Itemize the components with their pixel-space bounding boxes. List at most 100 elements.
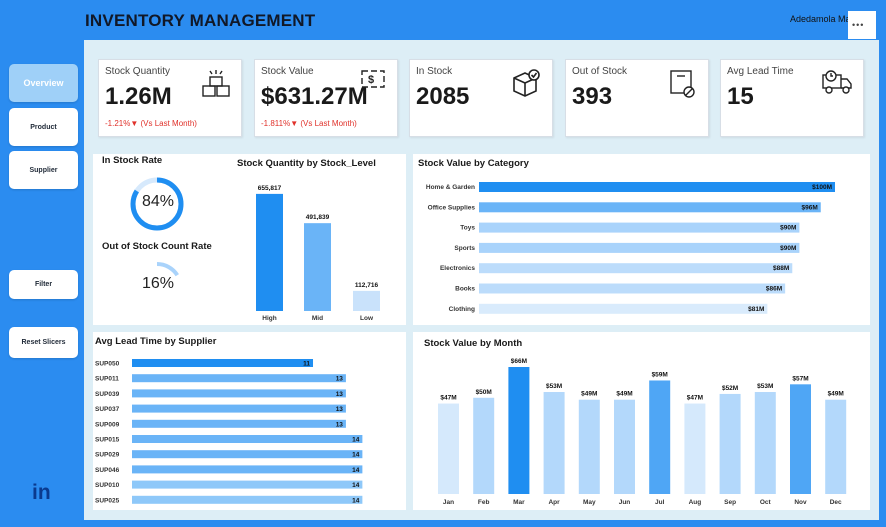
- supplier-label: SUP025: [95, 497, 120, 504]
- kpi-label: In Stock: [416, 66, 453, 77]
- supplier-label: SUP050: [95, 361, 120, 368]
- supplier-chart: SUP050 11 SUP011 13 SUP039 13 SUP037 13 SUP009 13…: [95, 359, 363, 504]
- supplier-label: SUP039: [95, 391, 120, 398]
- page-title: INVENTORY MANAGEMENT: [85, 11, 316, 30]
- money-icon: $: [361, 70, 385, 88]
- nav-supplier-button[interactable]: Supplier: [9, 151, 78, 189]
- tick-label: Jan: [443, 499, 454, 506]
- tick-label: Aug: [689, 499, 702, 506]
- data-label: 13: [336, 376, 344, 383]
- bar: [132, 359, 314, 367]
- data-label: 14: [352, 467, 360, 474]
- bar-mar: [508, 367, 530, 494]
- kpi-out-of-stock: Out of Stock 393: [565, 59, 709, 137]
- category-chart: Home & Garden $100M Office Supplies $96M Toy…: [426, 182, 835, 314]
- tick-label: Mid: [312, 315, 323, 322]
- bar: [132, 435, 363, 443]
- supplier-label: SUP011: [95, 376, 119, 383]
- chart-title-supplier: Avg Lead Time by Supplier: [95, 336, 217, 347]
- data-label: 13: [336, 391, 344, 398]
- truck-icon: [822, 70, 852, 94]
- kpi-value: 393: [572, 83, 613, 110]
- data-label: $96M: [801, 204, 817, 211]
- linkedin-icon[interactable]: in: [32, 481, 51, 505]
- stock-level-chart: 655,817 High 491,839 Mid 112,716 Low: [256, 185, 380, 322]
- bar-mid: [304, 223, 331, 311]
- data-label: $100M: [812, 184, 832, 191]
- filter-button[interactable]: Filter: [9, 270, 78, 299]
- bar: [479, 263, 793, 274]
- bar: [479, 283, 786, 294]
- chart-title-category: Stock Value by Category: [418, 158, 529, 169]
- data-label: 14: [352, 482, 360, 489]
- bar-feb: [473, 397, 495, 494]
- kpi-value: 2085: [416, 83, 470, 110]
- bar: [132, 374, 346, 383]
- tick-label: High: [262, 315, 276, 322]
- bar: [132, 389, 346, 398]
- category-label: Clothing: [449, 306, 475, 313]
- bar: [132, 419, 346, 428]
- kpi-label: Stock Value: [261, 66, 314, 77]
- category-label: Office Supplies: [428, 204, 476, 211]
- bar-low: [353, 290, 380, 311]
- bar-jun: [614, 399, 635, 494]
- kpi-in-stock: In Stock 2085: [409, 59, 553, 137]
- bar-nov: [790, 384, 811, 494]
- kpi-delta: -1.21%▼ (Vs Last Month): [105, 119, 197, 128]
- month-chart: $47M Jan $50M Feb $66M Mar $53M Apr $49M May $49M J…: [438, 358, 847, 506]
- tick-label: Jul: [655, 499, 665, 506]
- data-label: $81M: [748, 306, 764, 313]
- boxes-icon: [202, 70, 230, 97]
- more-options-icon[interactable]: •••: [852, 20, 864, 30]
- bar: [132, 495, 363, 504]
- bar-may: [578, 399, 600, 494]
- data-label: 655,817: [258, 185, 282, 192]
- supplier-label: SUP009: [95, 421, 120, 428]
- kpi-label: Out of Stock: [572, 66, 628, 77]
- tick-label: Low: [360, 315, 374, 322]
- tick-label: Feb: [478, 499, 490, 506]
- data-label: $49M: [581, 391, 597, 398]
- supplier-label: SUP037: [95, 406, 120, 413]
- svg-text:$: $: [368, 74, 374, 86]
- nav-product-button[interactable]: Product: [9, 108, 78, 146]
- bar: [479, 222, 800, 233]
- category-label: Sports: [454, 245, 475, 252]
- kpi-value: 15: [727, 83, 754, 110]
- data-label: $59M: [652, 371, 668, 378]
- category-label: Books: [455, 286, 475, 293]
- nav-overview-button[interactable]: Overview: [9, 64, 78, 102]
- kpi-label: Stock Quantity: [105, 66, 171, 77]
- reset-slicers-button[interactable]: Reset Slicers: [9, 327, 78, 358]
- supplier-label: SUP046: [95, 467, 120, 474]
- tick-label: May: [583, 499, 596, 506]
- in-stock-rate-value: 84%: [141, 193, 175, 210]
- data-label: $53M: [546, 383, 562, 390]
- category-label: Toys: [460, 225, 475, 232]
- kpi-value: 1.26M: [105, 83, 172, 110]
- tick-label: Mar: [513, 499, 525, 506]
- data-label: $49M: [616, 391, 632, 398]
- data-label: $49M: [828, 391, 844, 398]
- data-label: 11: [303, 361, 310, 368]
- tick-label: Dec: [830, 499, 842, 506]
- data-label: 491,839: [306, 214, 330, 221]
- chart-title-month: Stock Value by Month: [424, 338, 523, 349]
- data-label: 112,716: [355, 282, 379, 289]
- bar-dec: [825, 399, 847, 494]
- bar: [132, 480, 363, 489]
- data-label: 14: [352, 452, 360, 459]
- data-label: $88M: [773, 265, 789, 272]
- tick-label: Jun: [619, 499, 631, 506]
- bar-aug: [684, 403, 706, 494]
- data-label: $86M: [766, 286, 782, 293]
- supplier-label: SUP010: [95, 482, 120, 489]
- supplier-label: SUP029: [95, 452, 120, 459]
- bar: [479, 202, 821, 213]
- tick-label: Oct: [760, 499, 772, 506]
- data-label: $66M: [511, 358, 527, 365]
- data-label: 14: [352, 497, 360, 504]
- tick-label: Sep: [724, 499, 736, 506]
- in-stock-rate-title: In Stock Rate: [102, 155, 163, 166]
